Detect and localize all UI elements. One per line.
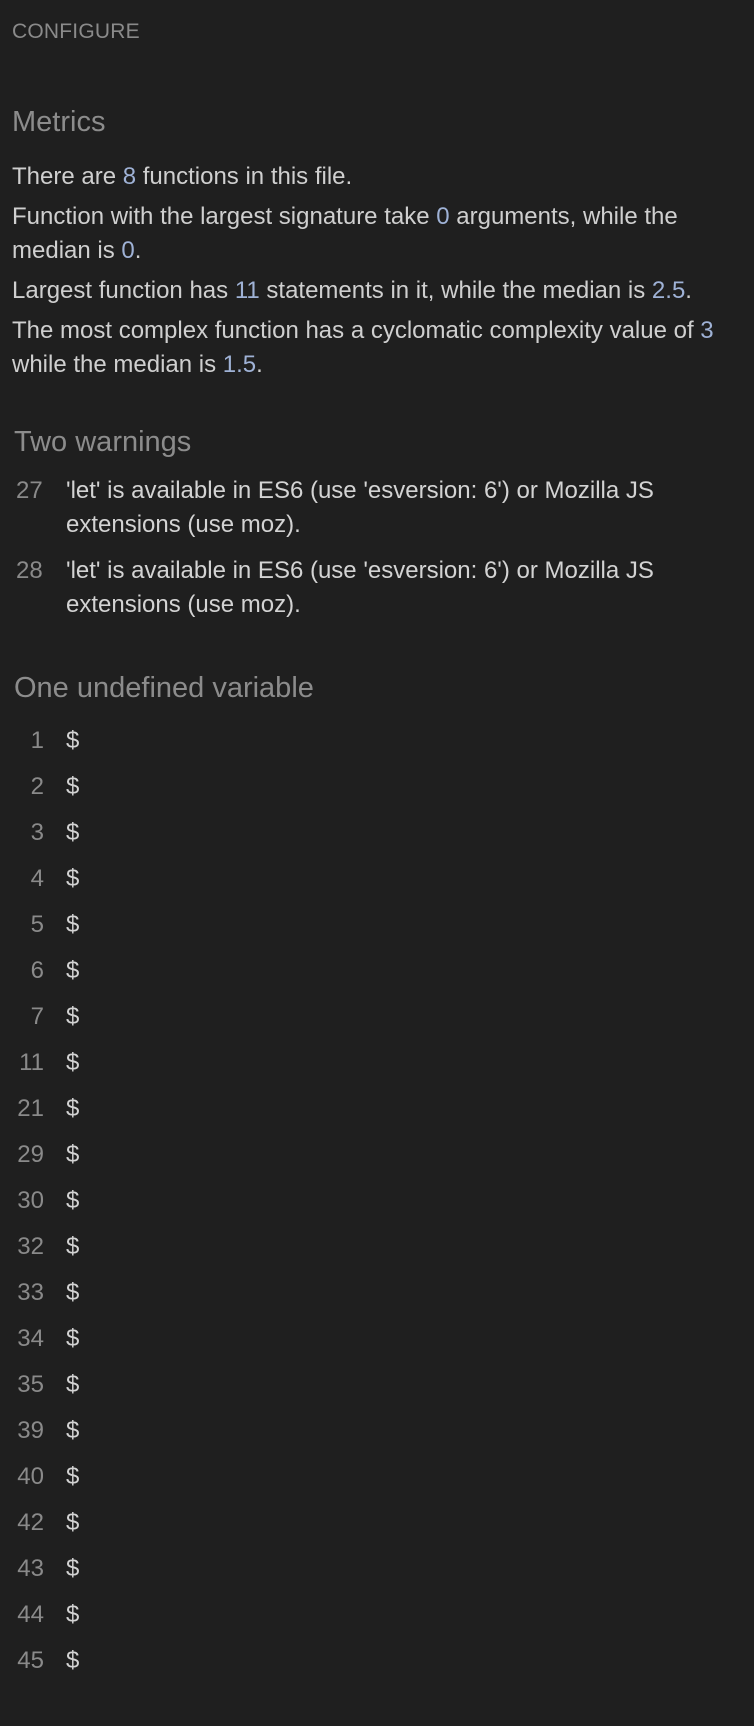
undefined-line-number: 5 xyxy=(30,911,44,938)
median-signature-value: 0 xyxy=(121,237,135,264)
warning-line-number: 27 xyxy=(16,477,43,504)
undefined-variable-name: $ xyxy=(66,1233,80,1260)
undefined-variable-name: $ xyxy=(66,1003,80,1030)
undefined-line-number: 45 xyxy=(17,1647,44,1674)
undefined-line-number: 1 xyxy=(30,727,44,754)
metric-signature: Function with the largest signature take… xyxy=(12,203,678,264)
warnings-list: 27 'let' is available in ES6 (use 'esver… xyxy=(12,474,742,622)
median-statements-value: 2.5 xyxy=(651,277,686,304)
undefined-line-number: 32 xyxy=(17,1233,44,1260)
undefined-variable-name: $ xyxy=(66,865,80,892)
undefined-variable-name: $ xyxy=(66,1187,80,1214)
undefined-variable-row[interactable]: 1 $ xyxy=(12,718,742,764)
undefined-variable-row[interactable]: 3 $ xyxy=(12,810,742,856)
metric-functions-count: There are 8 functions in this file. xyxy=(12,163,353,190)
undefined-variable-row[interactable]: 4 $ xyxy=(12,856,742,902)
largest-signature-value: 0 xyxy=(436,203,450,230)
undefined-variable-row[interactable]: 35 $ xyxy=(12,1362,742,1408)
undefined-line-number: 29 xyxy=(17,1141,44,1168)
warning-item[interactable]: 27 'let' is available in ES6 (use 'esver… xyxy=(12,474,742,542)
undefined-variable-row[interactable]: 6 $ xyxy=(12,948,742,994)
undefined-variable-row[interactable]: 30 $ xyxy=(12,1178,742,1224)
undefined-variable-row[interactable]: 21 $ xyxy=(12,1086,742,1132)
undefined-variable-name: $ xyxy=(66,1049,80,1076)
undefined-line-number: 2 xyxy=(30,773,44,800)
undefined-line-number: 11 xyxy=(19,1049,44,1076)
undefined-line-number: 3 xyxy=(30,819,44,846)
largest-statements-value: 11 xyxy=(234,277,260,304)
undefined-variable-row[interactable]: 40 $ xyxy=(12,1454,742,1500)
undefined-line-number: 21 xyxy=(17,1095,44,1122)
undefined-line-number: 42 xyxy=(17,1509,44,1536)
warnings-heading: Two warnings xyxy=(14,426,192,458)
undefined-variable-row[interactable]: 44 $ xyxy=(12,1592,742,1638)
undefined-variable-name: $ xyxy=(66,1647,80,1674)
undefined-variable-name: $ xyxy=(66,1417,80,1444)
undefined-variable-row[interactable]: 2 $ xyxy=(12,764,742,810)
undefined-line-number: 40 xyxy=(17,1463,44,1490)
undefined-line-number: 35 xyxy=(17,1371,44,1398)
undefined-variable-name: $ xyxy=(66,1371,80,1398)
undefined-variable-name: $ xyxy=(66,1463,80,1490)
undefined-line-number: 30 xyxy=(17,1187,44,1214)
undefined-variable-name: $ xyxy=(66,911,80,938)
jshint-report-panel: CONFIGURE Metrics There are 8 functions … xyxy=(0,0,754,1726)
undefined-variable-name: $ xyxy=(66,1279,80,1306)
warning-message: 'let' is available in ES6 (use 'esversio… xyxy=(66,557,654,618)
undefined-variable-row[interactable]: 42 $ xyxy=(12,1500,742,1546)
undefined-variable-name: $ xyxy=(66,1509,80,1536)
undefined-variable-row[interactable]: 32 $ xyxy=(12,1224,742,1270)
undefined-line-number: 6 xyxy=(30,957,44,984)
metric-statements: Largest function has 11 statements in it… xyxy=(12,277,692,304)
metrics-heading: Metrics xyxy=(12,106,106,138)
undefined-variable-name: $ xyxy=(66,1141,80,1168)
warning-item[interactable]: 28 'let' is available in ES6 (use 'esver… xyxy=(12,554,742,622)
undefined-variable-row[interactable]: 43 $ xyxy=(12,1546,742,1592)
undefined-line-number: 43 xyxy=(17,1555,44,1582)
median-complexity-value: 1.5 xyxy=(222,351,257,378)
functions-count-value: 8 xyxy=(122,163,137,190)
warning-message: 'let' is available in ES6 (use 'esversio… xyxy=(66,477,654,538)
undefined-line-number: 33 xyxy=(17,1279,44,1306)
undefined-variable-name: $ xyxy=(66,957,80,984)
configure-link[interactable]: CONFIGURE xyxy=(12,18,742,46)
undefined-variable-name: $ xyxy=(66,1095,80,1122)
undefined-line-number: 7 xyxy=(30,1003,44,1030)
undefined-variable-row[interactable]: 39 $ xyxy=(12,1408,742,1454)
max-complexity-value: 3 xyxy=(700,317,714,344)
undefined-variable-row[interactable]: 33 $ xyxy=(12,1270,742,1316)
undefined-variables-heading: One undefined variable xyxy=(14,672,314,704)
undefined-variable-row[interactable]: 7 $ xyxy=(12,994,742,1040)
undefined-variable-row[interactable]: 11 $ xyxy=(12,1040,742,1086)
undefined-line-number: 39 xyxy=(17,1417,44,1444)
undefined-line-number: 44 xyxy=(17,1601,44,1628)
metrics-block: There are 8 functions in this file. Func… xyxy=(12,160,742,382)
undefined-line-number: 34 xyxy=(17,1325,44,1352)
undefined-variable-name: $ xyxy=(66,1555,80,1582)
undefined-line-number: 4 xyxy=(30,865,44,892)
undefined-variable-row[interactable]: 5 $ xyxy=(12,902,742,948)
undefined-variable-name: $ xyxy=(66,819,80,846)
undefined-variable-row[interactable]: 29 $ xyxy=(12,1132,742,1178)
undefined-variable-row[interactable]: 34 $ xyxy=(12,1316,742,1362)
undefined-variable-row[interactable]: 45 $ xyxy=(12,1638,742,1684)
undefined-variable-name: $ xyxy=(66,1601,80,1628)
undefined-variable-name: $ xyxy=(66,1325,80,1352)
undefined-variables-list: 1 $ 2 $ 3 $ 4 $ 5 $ 6 $ 7 $ 11 $ 21 $ 29 $ 30 $ 32 $… xyxy=(12,718,742,1684)
warning-line-number: 28 xyxy=(16,557,43,584)
undefined-variable-name: $ xyxy=(66,727,80,754)
undefined-variable-name: $ xyxy=(66,773,80,800)
metric-complexity: The most complex function has a cyclomat… xyxy=(12,317,714,378)
